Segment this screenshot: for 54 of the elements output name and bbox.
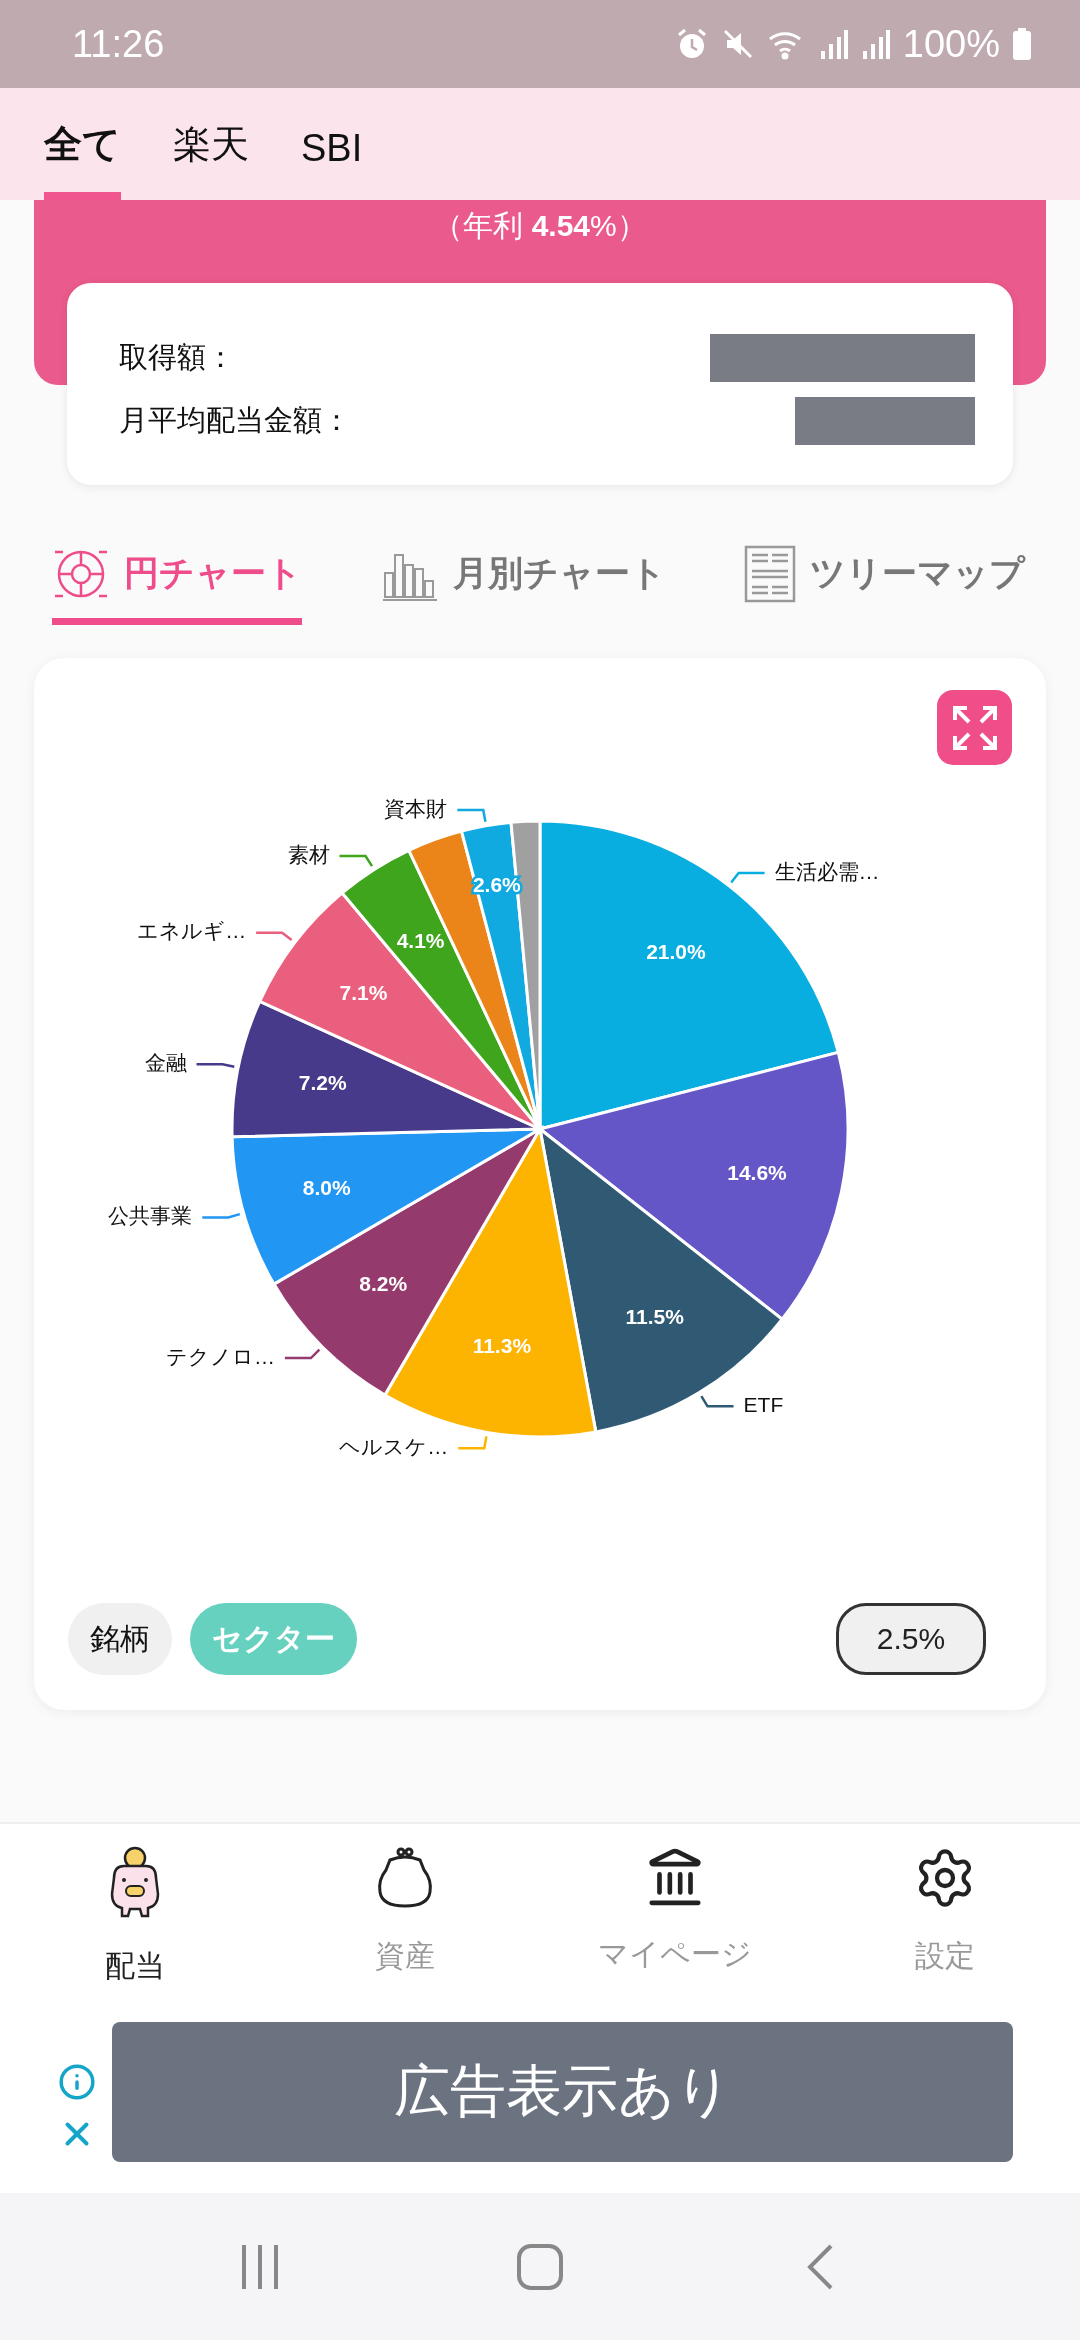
document-icon (744, 544, 796, 603)
leader-line (730, 871, 765, 884)
leader-line (339, 854, 374, 867)
account-tab[interactable]: 楽天 (173, 119, 249, 200)
annual-yield: （年利 4.54%） (433, 208, 647, 244)
chart-tab[interactable]: 月別チャート (380, 535, 666, 625)
clock-time: 11:26 (72, 22, 165, 66)
battery-icon (1012, 27, 1032, 61)
chart-tab[interactable]: 円チャート (52, 535, 302, 625)
threshold-button[interactable]: 2.5% (836, 1603, 986, 1675)
category-label: 素材 (287, 842, 330, 866)
leader-line (202, 1212, 241, 1219)
category-label: 生活必需… (774, 859, 880, 883)
category-label: 公共事業 (108, 1204, 193, 1227)
signal-icon (860, 27, 891, 61)
ad-banner[interactable]: 広告表示あり (112, 2021, 1013, 2162)
info-icon[interactable] (58, 2063, 96, 2101)
nav-item[interactable]: 配当 (0, 1824, 270, 1990)
battery-percent: 100% (902, 22, 1000, 66)
category-label: ヘルスケ… (339, 1434, 449, 1458)
back-icon[interactable] (805, 2242, 835, 2291)
signal-icon (818, 27, 849, 61)
account-tab[interactable]: SBI (301, 127, 363, 200)
nav-item[interactable]: 資産 (270, 1824, 540, 1990)
value-label: 4.1% (396, 928, 445, 952)
category-label: 資本財 (384, 796, 448, 820)
summary-label: 月平均配当金額： (119, 402, 351, 438)
value-label: 14.6% (727, 1161, 787, 1185)
value-label: 8.0% (302, 1176, 351, 1200)
summary-label: 取得額： (119, 339, 235, 375)
chart-tab[interactable]: ツリーマップ (744, 535, 1025, 625)
leader-line (256, 931, 293, 942)
leader-line (700, 1395, 734, 1408)
nav-item[interactable]: マイページ (540, 1824, 810, 1990)
value-label: 21.0% (646, 940, 706, 964)
leader-line (457, 808, 487, 823)
value-label: 7.2% (298, 1071, 347, 1095)
category-label: エネルギ… (137, 919, 247, 943)
category-label: 金融 (144, 1050, 187, 1074)
group-chip[interactable]: 銘柄 (68, 1603, 172, 1675)
category-label: テクノロ… (165, 1344, 275, 1368)
value-label: 7.1% (339, 981, 388, 1005)
leader-line (196, 1063, 235, 1068)
nav-item[interactable]: 設定 (810, 1824, 1080, 1990)
leader-line (458, 1436, 488, 1450)
leader-line (284, 1348, 321, 1360)
purse-icon (376, 1846, 434, 1910)
value-label: 8.2% (359, 1272, 408, 1296)
value-label: 11.5% (625, 1305, 684, 1329)
value-label: 11.3% (472, 1334, 532, 1357)
home-icon[interactable] (516, 2242, 564, 2291)
expand-icon (950, 703, 999, 752)
category-label: ETF (743, 1392, 784, 1416)
expand-button[interactable] (937, 690, 1012, 765)
